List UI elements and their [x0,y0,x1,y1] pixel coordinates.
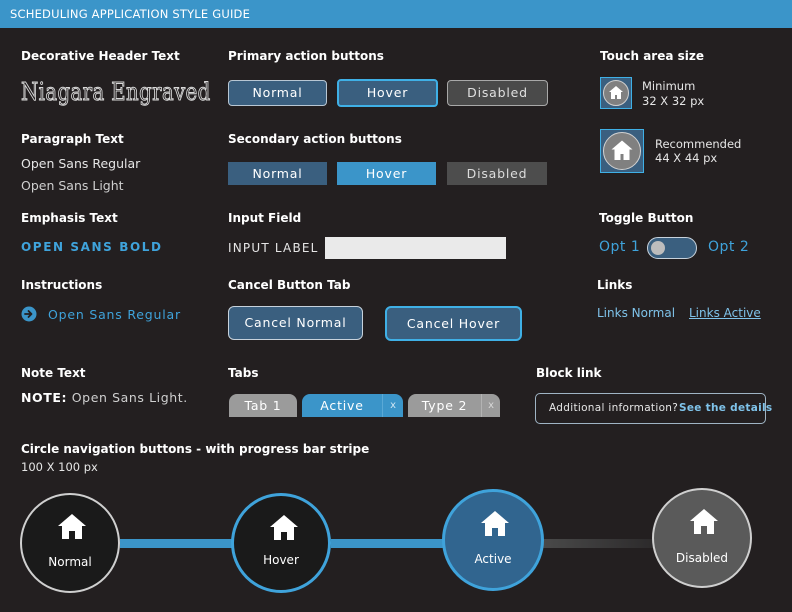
primary-normal-button[interactable]: Normal [228,80,327,106]
decorative-heading: Decorative Header Text [21,49,180,63]
touch-rec-area [600,129,644,173]
link-normal[interactable]: Links Normal [597,306,675,320]
tabs-heading: Tabs [228,366,259,380]
progress-stripe-1 [120,539,232,548]
secondary-heading: Secondary action buttons [228,132,402,146]
home-icon[interactable] [603,80,629,106]
circle-disabled-label: Disabled [675,551,729,565]
touch-heading: Touch area size [600,49,705,63]
block-link-anchor[interactable]: See the details [679,402,772,414]
app-title-bar: SCHEDULING APPLICATION STYLE GUIDE [0,0,792,28]
primary-hover-button[interactable]: Hover [337,79,438,107]
primary-heading: Primary action buttons [228,49,384,63]
cancel-normal-button[interactable]: Cancel Normal [228,306,363,340]
toggle-opt1[interactable]: Opt 1 [599,239,640,255]
note-label: NOTE: [21,390,68,405]
touch-min-label: Minimum [642,79,696,93]
circles-heading: Circle navigation buttons - with progres… [21,442,370,456]
input-label: INPUT LABEL [228,241,319,255]
circle-nav-disabled[interactable]: Disabled [652,488,752,588]
paragraph-light: Open Sans Light [21,178,124,193]
input-field[interactable] [325,237,506,259]
circle-active-label: Active [474,552,512,566]
home-icon [58,514,86,539]
touch-min-area [600,77,632,109]
cancel-hover-button[interactable]: Cancel Hover [385,306,522,341]
home-icon[interactable] [603,132,641,170]
toggle-switch[interactable] [647,237,697,259]
arrow-right-circle-icon [21,306,37,322]
block-link-text: Additional information? [549,402,679,414]
progress-stripe-2 [331,539,443,548]
cancel-heading: Cancel Button Tab [228,278,351,292]
touch-min-size: 32 X 32 px [642,94,705,108]
emphasis-sample: OPEN SANS BOLD [21,240,163,254]
circle-nav-normal[interactable]: Normal [20,493,120,593]
tab-type-2-label: Type 2 [421,398,468,413]
toggle-opt2[interactable]: Opt 2 [708,239,749,255]
link-active[interactable]: Links Active [689,306,761,320]
instructions-text: Open Sans Regular [48,307,181,322]
home-icon [690,509,718,534]
close-icon[interactable]: x [382,394,404,417]
emphasis-heading: Emphasis Text [21,211,118,225]
primary-disabled-button[interactable]: Disabled [447,80,548,106]
circle-nav-hover[interactable]: Hover [231,493,331,593]
toggle-heading: Toggle Button [599,211,694,225]
close-icon[interactable]: x [481,394,501,417]
note-text: Open Sans Light. [71,390,188,405]
tab-active-label: Active [320,398,364,413]
secondary-disabled-button[interactable]: Disabled [447,162,547,185]
app-title: SCHEDULING APPLICATION STYLE GUIDE [10,7,251,21]
block-link[interactable]: Additional information? See the details [535,393,772,424]
circle-nav-active[interactable]: Active [442,489,544,591]
touch-rec-label: Recommended [655,137,742,151]
tab-active[interactable]: Active x [302,394,403,417]
note-heading: Note Text [21,366,86,380]
circles-size: 100 X 100 px [21,460,98,474]
paragraph-regular: Open Sans Regular [21,156,141,171]
touch-rec-size: 44 X 44 px [655,151,718,165]
note-text-line: NOTE: Open Sans Light. [21,390,188,405]
decorative-sample: Niagara Engraved [21,78,211,107]
toggle-knob [651,240,665,255]
instructions-heading: Instructions [21,278,103,292]
home-icon [481,511,509,536]
links-heading: Links [597,278,633,292]
secondary-hover-button[interactable]: Hover [337,162,436,185]
tab-type-2[interactable]: Type 2 x [408,394,500,417]
tab-1-label: Tab 1 [244,398,282,413]
paragraph-heading: Paragraph Text [21,132,124,146]
circle-normal-label: Normal [48,555,92,569]
block-link-heading: Block link [536,366,602,380]
input-heading: Input Field [228,211,302,225]
progress-stripe-3 [541,539,654,548]
tab-1[interactable]: Tab 1 [229,394,297,417]
secondary-normal-button[interactable]: Normal [228,162,327,185]
circle-hover-label: Hover [263,553,299,567]
home-icon [270,515,298,540]
